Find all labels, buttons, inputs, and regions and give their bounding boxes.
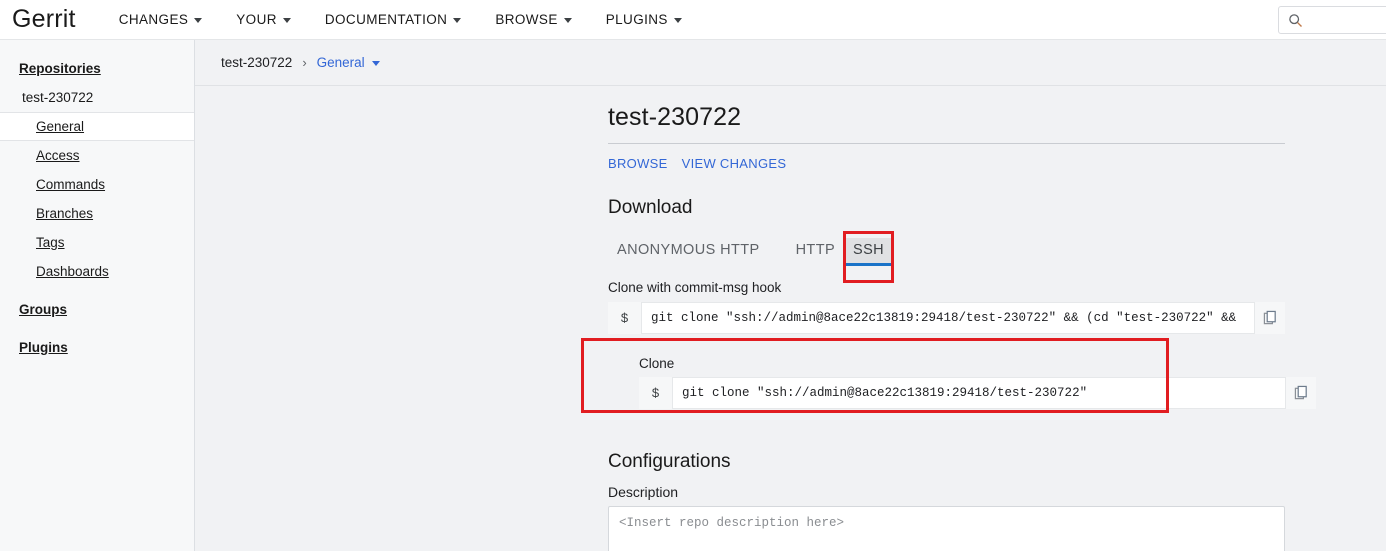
nav-label-plugins: PLUGINS xyxy=(605,12,668,27)
description-label: Description xyxy=(608,484,679,500)
nav-item-browse[interactable]: BROWSE xyxy=(478,12,588,27)
sidebar-item-access[interactable]: Access xyxy=(0,141,194,170)
chevron-down-icon xyxy=(673,18,682,23)
clone-command[interactable]: git clone "ssh://admin@8ace22c13819:2941… xyxy=(672,377,1286,409)
search-input[interactable] xyxy=(1278,6,1386,34)
nav-item-changes[interactable]: CHANGES xyxy=(102,12,220,27)
page-body: Repositories test-230722 General Access … xyxy=(0,40,1386,551)
page-title: test-230722 xyxy=(608,103,742,131)
sidebar-item-general[interactable]: General xyxy=(0,112,194,141)
nav-label-your: YOUR xyxy=(236,12,277,27)
download-heading: Download xyxy=(608,197,693,218)
clone-command-block: Clone $ git clone "ssh://admin@8ace22c13… xyxy=(608,346,1316,421)
title-divider xyxy=(608,143,1285,144)
app-header: Gerrit CHANGES YOUR DOCUMENTATION BROWSE… xyxy=(0,0,1386,40)
breadcrumb-repo[interactable]: test-230722 xyxy=(221,55,292,70)
nav-label-browse: BROWSE xyxy=(495,12,558,27)
nav-label-changes: CHANGES xyxy=(118,12,189,27)
tab-ssh[interactable]: SSH xyxy=(844,238,894,266)
sidebar-repo-name: test-230722 xyxy=(22,90,94,105)
breadcrumb: test-230722 › General xyxy=(195,40,1386,86)
main-nav: CHANGES YOUR DOCUMENTATION BROWSE PLUGIN… xyxy=(102,12,699,27)
clone-row: $ git clone "ssh://admin@8ace22c13819:29… xyxy=(639,377,1316,409)
tab-anonymous-http[interactable]: ANONYMOUS HTTP xyxy=(608,238,769,266)
clone-with-hook-command[interactable]: git clone "ssh://admin@8ace22c13819:2941… xyxy=(641,302,1255,334)
copy-icon xyxy=(1263,310,1276,325)
repo-actions: BROWSE VIEW CHANGES xyxy=(608,156,1386,171)
shell-prompt: $ xyxy=(620,310,629,326)
browse-link[interactable]: BROWSE xyxy=(608,156,668,171)
breadcrumb-separator-icon: › xyxy=(302,55,307,70)
clone-with-hook-label: Clone with commit-msg hook xyxy=(608,280,782,295)
sidebar-item-branches[interactable]: Branches xyxy=(0,199,194,228)
sidebar: Repositories test-230722 General Access … xyxy=(0,40,195,551)
chevron-down-icon xyxy=(282,18,291,23)
search-area xyxy=(1278,6,1386,34)
sidebar-item-plugins[interactable]: Plugins xyxy=(0,333,194,362)
chevron-down-icon xyxy=(194,18,203,23)
gerrit-logo[interactable]: Gerrit xyxy=(12,7,76,32)
nav-label-documentation: DOCUMENTATION xyxy=(324,12,448,27)
chevron-down-icon xyxy=(453,18,462,23)
description-input[interactable]: <Insert repo description here> xyxy=(608,506,1285,551)
sidebar-item-dashboards[interactable]: Dashboards xyxy=(0,257,194,286)
copy-button-clone[interactable] xyxy=(1286,385,1316,401)
sidebar-item-tags[interactable]: Tags xyxy=(0,228,194,257)
nav-item-plugins[interactable]: PLUGINS xyxy=(589,12,699,27)
clone-with-hook-row: $ git clone "ssh://admin@8ace22c13819:29… xyxy=(608,302,1285,334)
breadcrumb-current[interactable]: General xyxy=(317,55,365,70)
search-icon xyxy=(1289,13,1302,27)
clone-label: Clone xyxy=(639,356,675,371)
copy-icon xyxy=(1294,385,1307,400)
copy-button-clone-with-hook[interactable] xyxy=(1255,310,1285,326)
chevron-down-icon[interactable] xyxy=(371,61,380,66)
sidebar-divider xyxy=(0,286,194,295)
repo-detail-panel: test-230722 BROWSE VIEW CHANGES Download… xyxy=(195,86,1386,551)
chevron-down-icon xyxy=(563,18,572,23)
sidebar-item-groups[interactable]: Groups xyxy=(0,295,194,324)
nav-item-your[interactable]: YOUR xyxy=(219,12,308,27)
nav-item-documentation[interactable]: DOCUMENTATION xyxy=(308,12,478,27)
sidebar-divider xyxy=(0,324,194,333)
download-scheme-tabs: ANONYMOUS HTTP HTTP SSH xyxy=(608,232,1386,266)
tab-http[interactable]: HTTP xyxy=(787,238,844,266)
sidebar-item-commands[interactable]: Commands xyxy=(0,170,194,199)
shell-prompt: $ xyxy=(651,385,660,401)
sidebar-item-repositories[interactable]: Repositories xyxy=(0,54,194,83)
main-content: test-230722 › General test-230722 BROWSE… xyxy=(195,40,1386,551)
view-changes-link[interactable]: VIEW CHANGES xyxy=(682,156,787,171)
configurations-heading: Configurations xyxy=(608,451,731,472)
